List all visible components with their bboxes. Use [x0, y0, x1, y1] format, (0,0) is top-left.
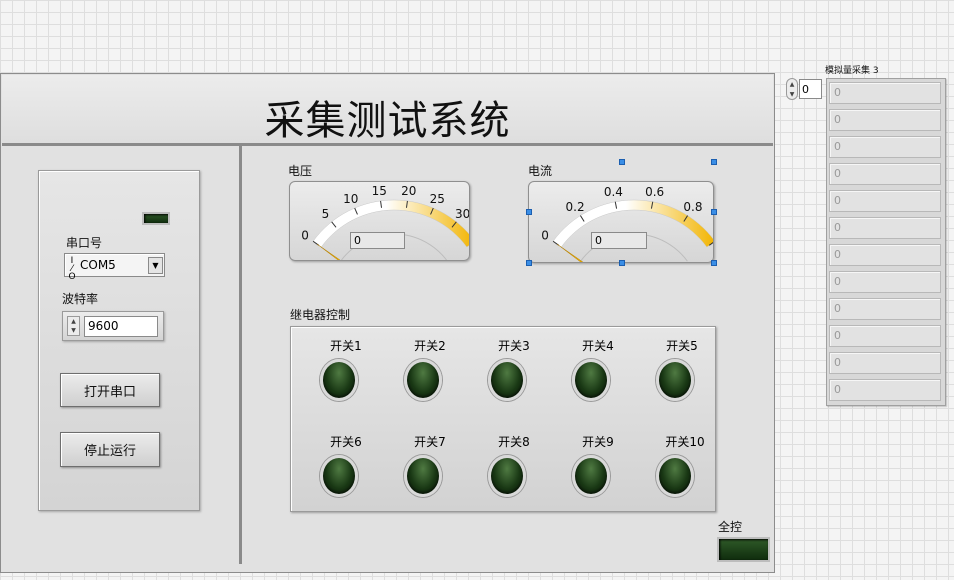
voltage-readout[interactable]: 0 [350, 232, 405, 249]
array-element: 0 [829, 379, 941, 401]
gauge-tick-label: 0 [301, 228, 309, 242]
selection-handle[interactable] [619, 260, 625, 266]
array-element: 0 [829, 244, 941, 266]
array-element: 0 [829, 190, 941, 212]
switch-2-led[interactable] [404, 359, 442, 401]
switch-8-led[interactable] [488, 455, 526, 497]
switch-label: 开关3 [498, 339, 530, 353]
array-index[interactable]: ▲ ▼ 0 [786, 78, 822, 100]
baud-input[interactable]: 9600 [84, 316, 158, 337]
array-element: 0 [829, 325, 941, 347]
gauge-tick-label: 0.6 [645, 185, 664, 199]
all-control-button[interactable] [717, 537, 770, 562]
baud-label: 波特率 [62, 292, 99, 306]
gauge-tick-label: 30 [455, 207, 470, 221]
increment-icon[interactable]: ▲ [790, 81, 795, 88]
gauge-tick [468, 244, 469, 246]
array-element: 0 [829, 163, 941, 185]
current-readout[interactable]: 0 [591, 232, 647, 249]
switch-label: 开关10 [665, 435, 705, 449]
selection-handle[interactable] [526, 209, 532, 215]
page-title: 采集测试系统 [264, 98, 511, 144]
open-port-button[interactable]: 打开串口 [60, 373, 160, 407]
switch-label: 开关8 [498, 435, 530, 449]
array-element: 0 [829, 109, 941, 131]
serial-status-led[interactable] [142, 212, 170, 225]
gauge-tick-label: 0.2 [566, 200, 585, 214]
decrement-icon[interactable]: ▼ [71, 327, 76, 334]
selection-handle[interactable] [711, 209, 717, 215]
io-icon: I ⁄ O [68, 256, 76, 282]
decrement-icon[interactable]: ▼ [790, 91, 795, 98]
switch-9-led[interactable] [572, 455, 610, 497]
switch-6-led[interactable] [320, 455, 358, 497]
gauge-tick-label: 0.8 [683, 200, 702, 214]
selection-handle[interactable] [711, 260, 717, 266]
switch-label: 开关7 [414, 435, 446, 449]
switch-7-led[interactable] [404, 455, 442, 497]
index-input[interactable]: 0 [799, 79, 822, 99]
port-selector[interactable]: I ⁄ O COM5 ▼ [64, 253, 165, 282]
vertical-divider [239, 146, 242, 564]
baud-spinner[interactable]: ▲ ▼ [67, 316, 80, 336]
switch-label: 开关9 [582, 435, 614, 449]
switch-4-led[interactable] [572, 359, 610, 401]
switch-10-led[interactable] [656, 455, 694, 497]
gauge-tick-label: 0 [541, 228, 549, 242]
switch-3-led[interactable] [488, 359, 526, 401]
selection-handle[interactable] [619, 159, 625, 165]
array-element: 0 [829, 271, 941, 293]
voltage-label: 电压 [288, 164, 313, 178]
baud-control: ▲ ▼ 9600 [62, 311, 164, 341]
voltage-gauge[interactable]: 05101520253035 0 [289, 181, 470, 261]
gauge-tick-label: 0.4 [604, 185, 623, 199]
port-value: COM5 [80, 258, 116, 272]
switch-label: 开关4 [582, 339, 614, 353]
switch-label: 开关5 [666, 339, 698, 353]
array-element: 0 [829, 298, 941, 320]
current-label: 电流 [528, 164, 553, 178]
increment-icon[interactable]: ▲ [71, 318, 76, 325]
switch-label: 开关1 [330, 339, 362, 353]
current-gauge[interactable]: 00.20.40.60.81 0 [528, 181, 714, 263]
chevron-down-icon[interactable]: ▼ [148, 257, 163, 274]
relay-label: 继电器控制 [290, 308, 351, 322]
gauge-tick-label: 25 [430, 192, 445, 206]
voltage-gauge-face: 05101520253035 [301, 184, 470, 260]
array-element: 0 [829, 82, 941, 104]
selection-handle[interactable] [526, 260, 532, 266]
array-element: 0 [829, 352, 941, 374]
gauge-tick-label: 5 [322, 207, 330, 221]
switch-label: 开关2 [414, 339, 446, 353]
stop-button[interactable]: 停止运行 [60, 432, 160, 467]
port-label: 串口号 [66, 236, 103, 250]
switch-label: 开关6 [330, 435, 362, 449]
array-label: 模拟量采集 3 [825, 66, 879, 76]
array-element: 0 [829, 136, 941, 158]
selection-handle[interactable] [711, 159, 717, 165]
gauge-tick-label: 20 [401, 184, 416, 198]
all-control-label: 全控 [718, 520, 743, 534]
gauge-tick-label: 10 [343, 192, 358, 206]
switch-5-led[interactable] [656, 359, 694, 401]
index-spinner[interactable]: ▲ ▼ [786, 78, 798, 100]
array-element: 0 [829, 217, 941, 239]
gauge-tick-label: 15 [372, 184, 387, 198]
current-gauge-face: 00.20.40.60.81 [541, 185, 713, 262]
switch-1-led[interactable] [320, 359, 358, 401]
